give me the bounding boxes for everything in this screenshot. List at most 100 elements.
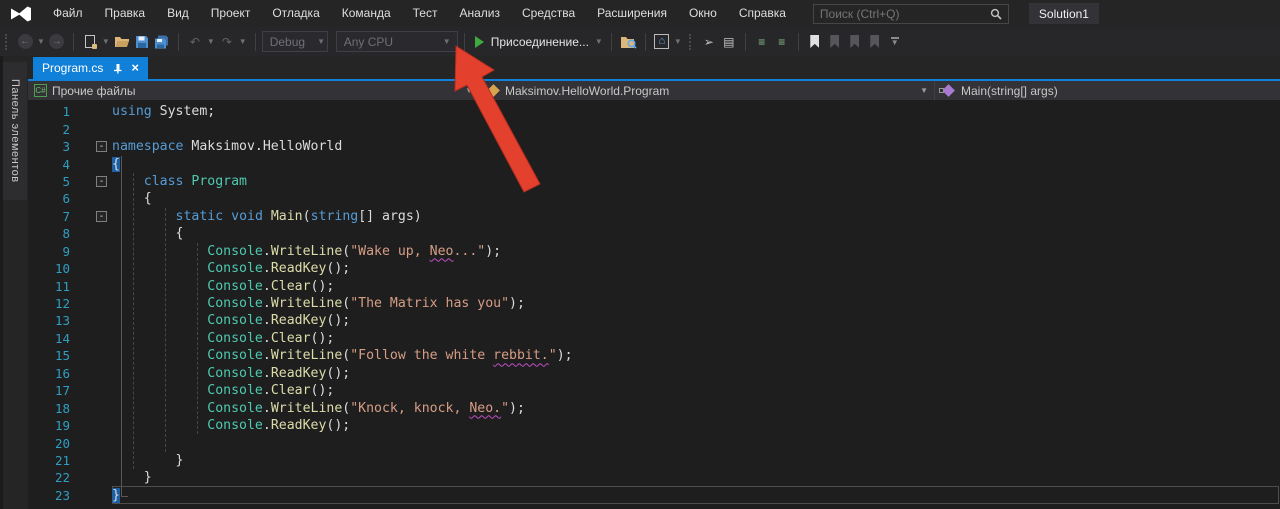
code-line[interactable]: 9 Console.WriteLine("Wake up, Neo...");: [28, 243, 1280, 260]
code-token: .: [262, 296, 271, 312]
code-line[interactable]: 11 Console.Clear();: [28, 277, 1280, 294]
outlining-margin[interactable]: -: [95, 210, 112, 222]
properties-button[interactable]: ▤: [719, 30, 739, 54]
open-file-button[interactable]: [112, 30, 132, 54]
code-line[interactable]: 18 Console.WriteLine("Knock, knock, Neo.…: [28, 399, 1280, 416]
debug-configuration-value: Debug: [269, 34, 306, 49]
toolbar-grip[interactable]: [688, 33, 693, 50]
save-button[interactable]: [132, 30, 152, 54]
outlining-margin[interactable]: -: [95, 175, 112, 187]
line-number: 5: [62, 173, 70, 189]
start-dropdown-icon[interactable]: ▼: [593, 37, 605, 46]
code-line[interactable]: 23}: [28, 487, 1280, 504]
menu-tools[interactable]: Средства: [511, 0, 586, 27]
code-line[interactable]: 3 - namespace Maksimov.HelloWorld: [28, 138, 1280, 155]
code-line[interactable]: 6 {: [28, 190, 1280, 207]
toolbar-grip[interactable]: [5, 33, 9, 50]
undo-button[interactable]: ↶: [185, 30, 205, 54]
platform-dropdown[interactable]: Any CPU ▼: [335, 31, 458, 52]
code-line[interactable]: 20: [28, 434, 1280, 451]
collapse-icon[interactable]: -: [96, 210, 107, 222]
code-text: Console.WriteLine("Knock, knock, Neo.");: [112, 401, 525, 416]
type-dropdown[interactable]: Maksimov.HelloWorld.Program ▼: [480, 81, 935, 100]
code-line[interactable]: 15 Console.WriteLine("Follow the white r…: [28, 347, 1280, 364]
code-token: Console: [207, 400, 263, 416]
class-icon: [487, 84, 500, 97]
code-token: ReadKey: [270, 418, 327, 434]
menu-debug[interactable]: Отладка: [261, 0, 330, 27]
member-dropdown[interactable]: Main(string[] args): [935, 81, 1280, 100]
debug-configuration-dropdown[interactable]: Debug ▼: [261, 31, 328, 52]
code-token: Console: [207, 348, 263, 364]
menu-extensions[interactable]: Расширения: [586, 0, 678, 27]
code-line[interactable]: 16 Console.ReadKey();: [28, 365, 1280, 382]
code-line[interactable]: 13 Console.ReadKey();: [28, 312, 1280, 329]
solution-badge[interactable]: Solution1: [1028, 3, 1099, 24]
code-token: }: [112, 452, 184, 468]
tab-program-cs[interactable]: Program.cs ×: [33, 57, 148, 79]
undo-dropdown-icon[interactable]: ▼: [205, 37, 217, 46]
line-number: 11: [54, 278, 70, 294]
search-input[interactable]: [813, 6, 990, 21]
code-token: .: [262, 278, 271, 294]
collapse-icon[interactable]: -: [96, 141, 107, 153]
properties-icon: ▤: [723, 34, 735, 49]
code-line[interactable]: 12 Console.WriteLine("The Matrix has you…: [28, 295, 1280, 312]
visual-studio-window: Файл Правка Вид Проект Отладка Команда Т…: [0, 0, 1280, 509]
start-attach-button[interactable]: Присоединение...: [471, 30, 593, 54]
clear-bookmarks-button[interactable]: [865, 30, 885, 54]
menu-analyze[interactable]: Анализ: [448, 0, 511, 27]
find-in-files-button[interactable]: [618, 30, 639, 54]
navigate-back-button[interactable]: ←: [15, 30, 35, 54]
toolbar-overflow-button[interactable]: ▼: [885, 30, 905, 54]
code-line[interactable]: 7 - static void Main(string[] args): [28, 208, 1280, 225]
code-line[interactable]: 5 - class Program: [28, 173, 1280, 190]
code-line[interactable]: 19 Console.ReadKey();: [28, 417, 1280, 434]
menu-window[interactable]: Окно: [678, 0, 728, 27]
menu-file[interactable]: Файл: [42, 0, 94, 27]
redo-dropdown-icon[interactable]: ▼: [237, 37, 249, 46]
next-bookmark-button[interactable]: [845, 30, 865, 54]
menu-test[interactable]: Тест: [402, 0, 449, 27]
code-editor[interactable]: 1 using System; 2 3- namespace Maksimov.Hell…: [28, 100, 1280, 509]
outlining-margin[interactable]: -: [95, 141, 112, 153]
quick-search-box[interactable]: [812, 3, 1009, 24]
prev-bookmark-button[interactable]: [825, 30, 845, 54]
increase-indent-button[interactable]: ≡: [772, 30, 792, 54]
select-element-button[interactable]: ➢: [699, 30, 719, 54]
toggle-bookmark-button[interactable]: [805, 30, 825, 54]
line-number: 21: [54, 452, 70, 468]
code-line[interactable]: 17 Console.Clear();: [28, 382, 1280, 399]
save-all-button[interactable]: [152, 30, 172, 54]
new-project-button[interactable]: [80, 30, 100, 54]
solution-home-button[interactable]: ⌂: [652, 30, 672, 54]
code-line[interactable]: 4{: [28, 155, 1280, 172]
menu-project[interactable]: Проект: [200, 0, 262, 27]
code-line[interactable]: 10 Console.ReadKey();: [28, 260, 1280, 277]
menu-view[interactable]: Вид: [156, 0, 200, 27]
close-icon[interactable]: ×: [131, 61, 139, 74]
toolbox-tab[interactable]: Панель элементов: [3, 62, 27, 200]
code-line[interactable]: 21 }: [28, 452, 1280, 469]
navigate-forward-button[interactable]: →: [47, 30, 67, 54]
code-line[interactable]: 14 Console.Clear();: [28, 330, 1280, 347]
code-line[interactable]: 22 }: [28, 469, 1280, 486]
menu-edit[interactable]: Правка: [94, 0, 157, 27]
pin-icon[interactable]: [112, 63, 123, 74]
decrease-indent-button[interactable]: ≡: [752, 30, 772, 54]
new-project-dropdown-icon[interactable]: ▼: [100, 37, 112, 46]
code-line[interactable]: 8 {: [28, 225, 1280, 242]
code-token: Console: [207, 261, 263, 277]
code-line[interactable]: 2: [28, 120, 1280, 137]
back-dropdown-icon[interactable]: ▼: [35, 37, 47, 46]
collapse-icon[interactable]: -: [96, 175, 107, 187]
menu-team[interactable]: Команда: [331, 0, 402, 27]
code-token: string: [310, 208, 359, 224]
project-dropdown[interactable]: C# Прочие файлы ▼: [28, 81, 480, 100]
code-text: {: [112, 156, 120, 172]
home-dropdown-icon[interactable]: ▼: [672, 37, 684, 46]
code-text: }: [112, 487, 120, 503]
code-line[interactable]: 1 using System;: [28, 103, 1280, 120]
menu-help[interactable]: Справка: [728, 0, 797, 27]
redo-button[interactable]: ↷: [217, 30, 237, 54]
